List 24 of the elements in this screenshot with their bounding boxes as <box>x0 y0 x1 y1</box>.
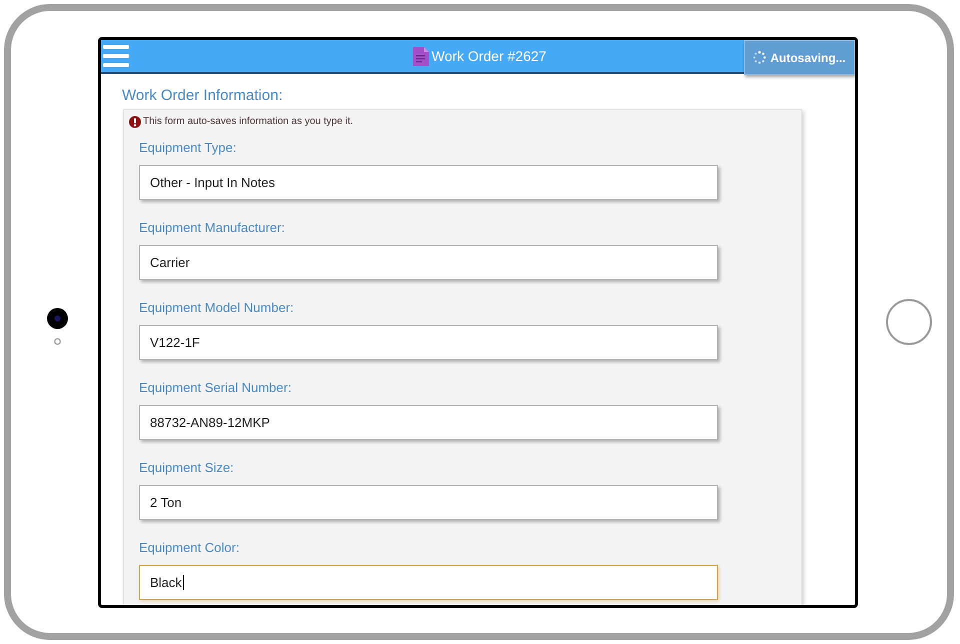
page-title: Work Order #2627 <box>432 47 546 65</box>
field-label: Equipment Type: <box>139 140 236 156</box>
text-field[interactable]: 88732-AN89-12MKP <box>139 405 718 440</box>
camera-dot-icon <box>46 308 68 328</box>
text-cursor-icon <box>182 575 184 590</box>
spinner-icon <box>753 51 766 64</box>
menu-icon[interactable] <box>103 45 129 67</box>
field-label: Equipment Manufacturer: <box>139 220 285 236</box>
alert-icon <box>129 116 141 128</box>
section-title: Work Order Information: <box>122 87 283 105</box>
document-icon <box>412 46 429 66</box>
notice-text: This form auto-saves information as you type it. <box>143 116 354 128</box>
text-field[interactable]: Carrier <box>139 245 718 280</box>
field-label: Equipment Size: <box>139 460 234 476</box>
status-text: Autosaving... <box>770 50 846 66</box>
field-label: Equipment Color: <box>139 540 240 556</box>
text-field[interactable]: V122-1F <box>139 325 718 360</box>
text-field[interactable]: 2 Ton <box>139 485 718 520</box>
home-button[interactable] <box>886 299 932 345</box>
field-label: Equipment Serial Number: <box>139 380 292 396</box>
text-field[interactable]: Black <box>139 565 718 600</box>
text-field[interactable]: Other - Input In Notes <box>139 165 718 200</box>
small-ring-icon <box>54 338 60 344</box>
field-label: Equipment Model Number: <box>139 300 294 316</box>
